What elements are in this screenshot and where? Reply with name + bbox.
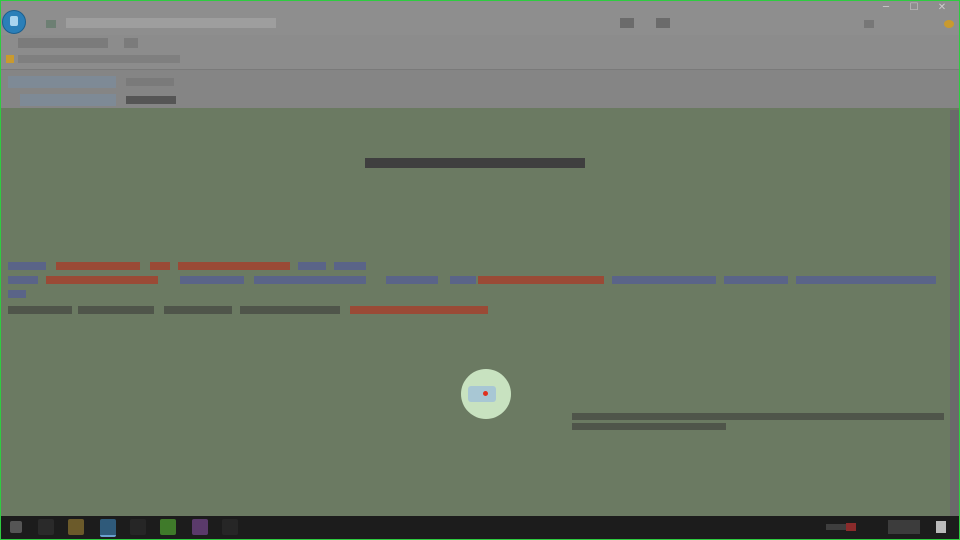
content-link[interactable]: [386, 276, 438, 284]
footer-line: [572, 423, 726, 430]
address-tab[interactable]: [124, 38, 138, 48]
taskbar-app-icon[interactable]: [192, 519, 208, 535]
info-label: [8, 76, 116, 88]
profile-icon[interactable]: [944, 20, 954, 28]
app-logo-icon[interactable]: [2, 10, 26, 34]
content-link[interactable]: [240, 306, 340, 314]
content-link[interactable]: [350, 306, 488, 314]
taskbar-app-icon[interactable]: [222, 519, 238, 535]
content-link[interactable]: [796, 276, 936, 284]
notification-icon[interactable]: [936, 521, 946, 533]
taskbar-app-icon[interactable]: [160, 519, 176, 535]
hovered-element[interactable]: [468, 386, 496, 402]
taskbar-clock[interactable]: [888, 520, 920, 534]
content-link[interactable]: [178, 262, 290, 270]
maximize-button[interactable]: ☐: [904, 2, 924, 13]
content-link[interactable]: [150, 262, 170, 270]
content-link[interactable]: [334, 262, 366, 270]
taskbar-app-icon[interactable]: [130, 519, 146, 535]
folder-icon[interactable]: [6, 55, 14, 63]
address-text[interactable]: [18, 38, 108, 48]
tray-alert-icon[interactable]: [846, 523, 856, 531]
content-link[interactable]: [78, 306, 154, 314]
address-row: [1, 35, 959, 51]
tab-icon: [46, 20, 56, 28]
content-link[interactable]: [478, 276, 604, 284]
content-text: [8, 306, 72, 314]
content-link[interactable]: [56, 262, 140, 270]
toolbar-button[interactable]: [620, 18, 634, 28]
vertical-scrollbar[interactable]: [950, 110, 959, 516]
content-link[interactable]: [46, 276, 158, 284]
windows-start-icon[interactable]: [10, 521, 22, 533]
info-label: [20, 94, 116, 106]
content-link[interactable]: [254, 276, 366, 284]
content-link[interactable]: [180, 276, 244, 284]
content-link[interactable]: [8, 262, 46, 270]
info-value: [126, 78, 174, 86]
search-icon[interactable]: [38, 519, 54, 535]
content-link[interactable]: [612, 276, 716, 284]
footer-note: [572, 413, 944, 433]
file-explorer-icon[interactable]: [68, 519, 84, 535]
page-heading: [365, 158, 585, 168]
close-button[interactable]: ✕: [932, 2, 952, 13]
browser-icon[interactable]: [100, 519, 116, 537]
content-link[interactable]: [724, 276, 788, 284]
extension-icon[interactable]: [864, 20, 874, 28]
minimize-button[interactable]: ─: [876, 2, 896, 13]
bookmark-link[interactable]: [18, 55, 180, 63]
info-value: [126, 96, 176, 104]
mouse-pointer-icon: [483, 391, 488, 396]
footer-line: [572, 413, 944, 420]
content-link[interactable]: [8, 290, 26, 298]
content-link[interactable]: [164, 306, 232, 314]
toolbar-button[interactable]: [656, 18, 670, 28]
content-link[interactable]: [450, 276, 476, 284]
content-link[interactable]: [298, 262, 326, 270]
content-link[interactable]: [8, 276, 38, 284]
window-title: [66, 18, 276, 28]
